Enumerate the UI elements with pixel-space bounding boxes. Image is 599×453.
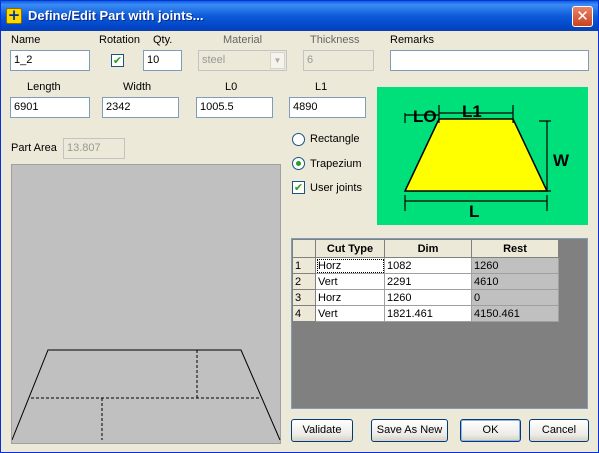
dim-cell[interactable]: 1260 — [384, 289, 472, 306]
part-dialog: + Define/Edit Part with joints... ✕ Name… — [0, 0, 599, 453]
material-value: steel — [202, 54, 226, 66]
material-select[interactable]: steel ▼ — [198, 50, 287, 71]
title-bar[interactable]: + Define/Edit Part with joints... ✕ — [1, 1, 598, 31]
l1-field[interactable]: 4890 — [289, 97, 366, 118]
rotation-checkbox[interactable]: ✔ — [111, 54, 124, 67]
trapezium-label[interactable]: Trapezium — [310, 158, 362, 170]
table-row: 3 Horz 1260 0 — [292, 289, 559, 306]
chevron-down-icon[interactable]: ▼ — [270, 52, 285, 69]
trapezium-radio[interactable] — [292, 157, 305, 170]
qty-label: Qty. — [153, 34, 173, 46]
diagram-l0-text: LO — [413, 107, 437, 126]
rotation-label: Rotation — [99, 34, 140, 46]
rest-cell: 4610 — [471, 273, 559, 290]
length-field[interactable]: 6901 — [10, 97, 90, 118]
name-label: Name — [11, 34, 41, 46]
joints-grid[interactable]: Cut Type Dim Rest 1 Horz 1082 1260 2 Ver… — [291, 238, 588, 409]
qty-field[interactable]: 10 — [143, 50, 182, 71]
cancel-button[interactable]: Cancel — [529, 419, 589, 442]
rest-cell: 0 — [471, 289, 559, 306]
width-field[interactable]: 2342 — [102, 97, 179, 118]
width-label: Width — [123, 81, 152, 93]
close-icon: ✕ — [576, 7, 589, 25]
rectangle-radio[interactable] — [292, 133, 305, 146]
user-joints-label[interactable]: User joints — [310, 182, 362, 194]
trapezium-diagram: LO L1 W L — [377, 87, 588, 225]
part-area-label: Part Area — [11, 142, 57, 154]
save-as-new-button[interactable]: Save As New — [371, 419, 448, 442]
trapezium-diagram-svg: LO L1 W L — [403, 102, 570, 221]
table-row: 1 Horz 1082 1260 — [292, 257, 559, 274]
grid-corner — [292, 239, 316, 258]
cut-type-cell[interactable]: Horz — [315, 289, 385, 306]
diagram-w-text: W — [553, 151, 570, 170]
cut-type-cell[interactable]: Vert — [315, 273, 385, 290]
thickness-field: 6 — [303, 50, 374, 71]
close-button[interactable]: ✕ — [572, 6, 593, 27]
part-preview-svg — [11, 349, 281, 441]
dim-cell[interactable]: 1082 — [384, 257, 472, 274]
cut-type-cell[interactable]: Horz — [315, 257, 385, 274]
joints-table: Cut Type Dim Rest 1 Horz 1082 1260 2 Ver… — [292, 239, 559, 322]
l0-field[interactable]: 1005.5 — [196, 97, 273, 118]
table-row: 2 Vert 2291 4610 — [292, 273, 559, 290]
dim-cell[interactable]: 2291 — [384, 273, 472, 290]
row-number[interactable]: 2 — [292, 273, 316, 290]
diagram-l-text: L — [469, 202, 479, 221]
part-preview — [11, 164, 281, 444]
row-number[interactable]: 4 — [292, 305, 316, 322]
validate-button[interactable]: Validate — [291, 419, 353, 442]
ok-button[interactable]: OK — [460, 419, 521, 442]
thickness-label: Thickness — [310, 34, 360, 46]
table-row: 4 Vert 1821.461 4150.461 — [292, 305, 559, 322]
l0-label: L0 — [225, 81, 238, 93]
length-label: Length — [27, 81, 61, 93]
col-header-dim[interactable]: Dim — [384, 239, 472, 258]
col-header-rest[interactable]: Rest — [471, 239, 559, 258]
remarks-label: Remarks — [390, 34, 435, 46]
name-field[interactable]: 1_2 — [10, 50, 90, 71]
rest-cell: 1260 — [471, 257, 559, 274]
cut-type-cell[interactable]: Vert — [315, 305, 385, 322]
part-area-field: 13.807 — [63, 138, 125, 159]
app-plus-icon: + — [6, 6, 22, 24]
l1-label: L1 — [315, 81, 328, 93]
diagram-l1-text: L1 — [462, 102, 482, 121]
dim-cell[interactable]: 1821.461 — [384, 305, 472, 322]
rest-cell: 4150.461 — [471, 305, 559, 322]
remarks-field[interactable] — [390, 50, 589, 71]
col-header-cut-type[interactable]: Cut Type — [315, 239, 385, 258]
rectangle-label[interactable]: Rectangle — [310, 133, 360, 145]
window-title: Define/Edit Part with joints... — [28, 8, 204, 23]
material-label: Material — [223, 34, 263, 46]
trapezium-outline — [11, 349, 281, 441]
user-joints-checkbox[interactable]: ✔ — [292, 181, 305, 194]
row-number[interactable]: 1 — [292, 257, 316, 274]
trapezium-shape — [403, 118, 549, 192]
row-number[interactable]: 3 — [292, 289, 316, 306]
